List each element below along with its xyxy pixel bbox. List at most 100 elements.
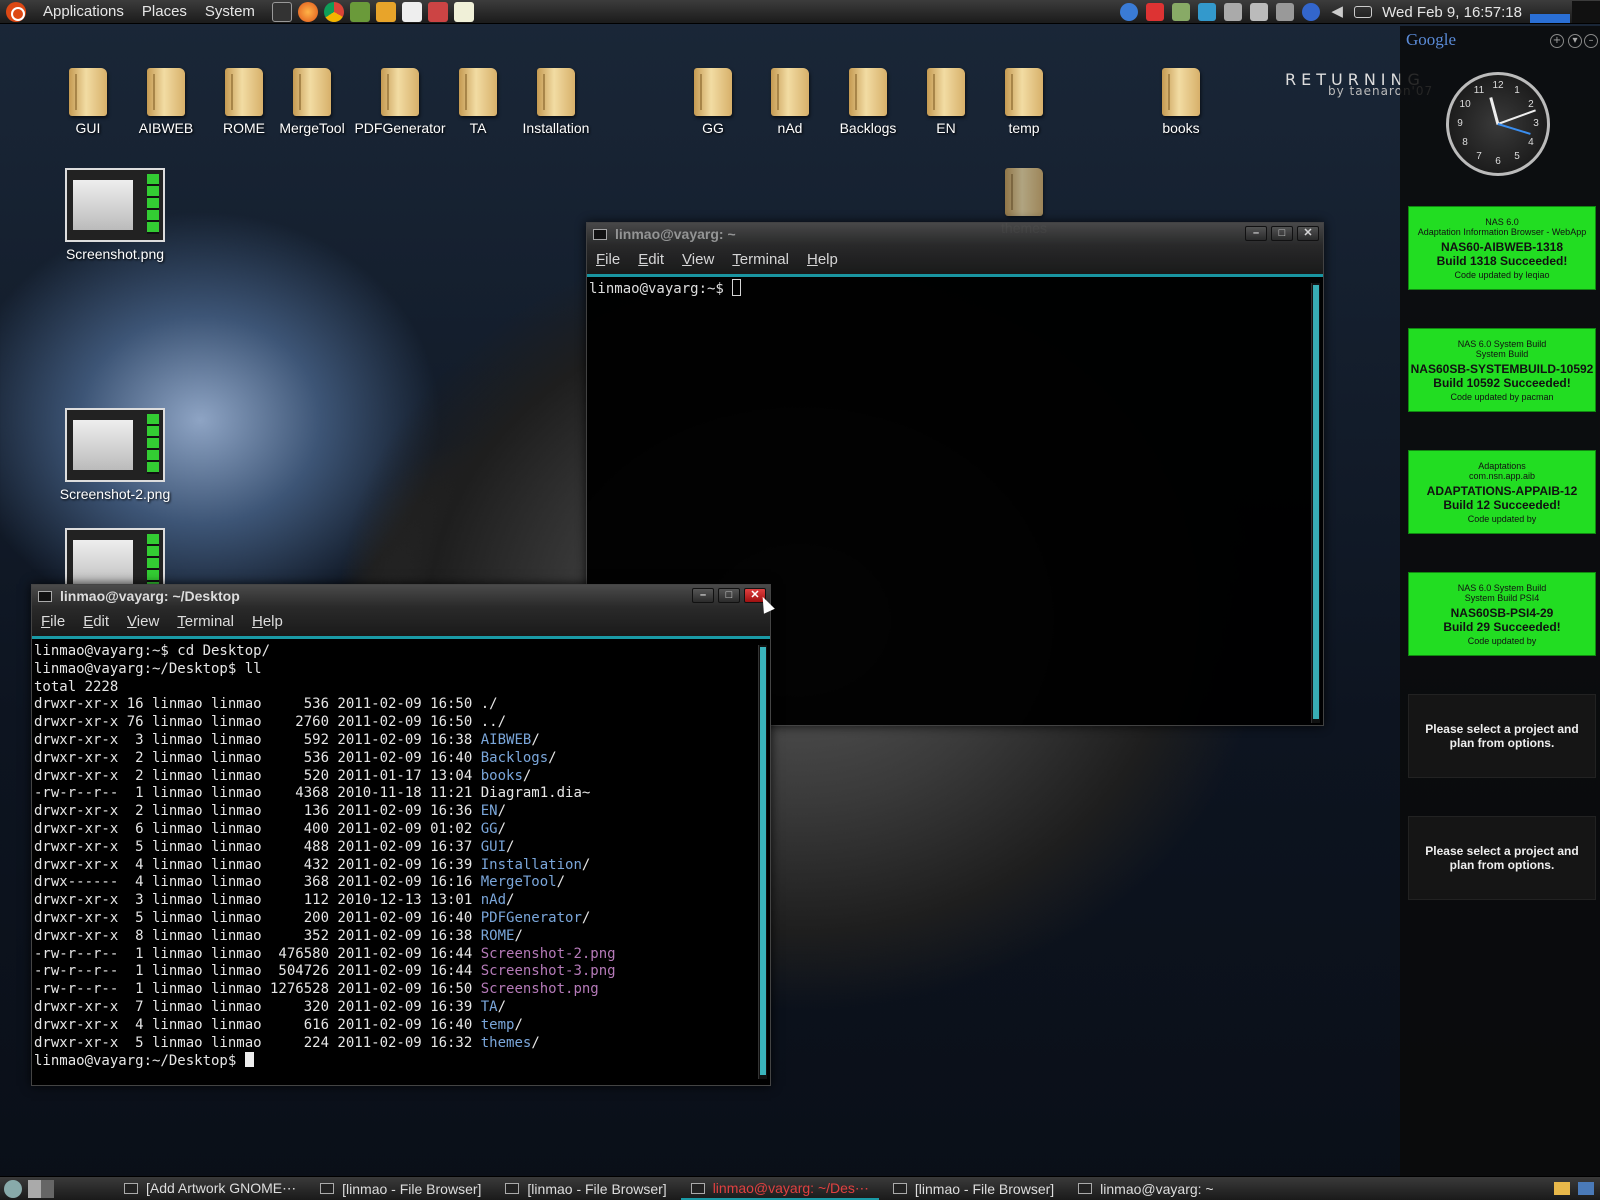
build-status-card[interactable]: Adaptations com.nsn.app.aib ADAPTATIONS-AP… xyxy=(1408,450,1596,534)
taskbar-button[interactable]: [linmao - File Browser] xyxy=(310,1177,491,1200)
notes-launcher-icon[interactable] xyxy=(453,1,474,22)
menu-terminal[interactable]: Terminal xyxy=(723,251,798,268)
bluetooth-icon[interactable] xyxy=(1302,3,1321,21)
trash-applet-icon[interactable] xyxy=(1578,1182,1594,1195)
terminal-window-desktop[interactable]: linmao@vayarg: ~/Desktop – □ ✕ File Edit… xyxy=(31,584,771,1086)
menu-view[interactable]: View xyxy=(118,613,168,630)
add-gadget-icon[interactable]: + xyxy=(1550,34,1564,48)
update-icon[interactable] xyxy=(1120,3,1139,21)
desktop-folder[interactable]: MergeTool xyxy=(277,68,347,136)
desktop-folder[interactable]: GUI xyxy=(43,68,133,136)
chat-icon[interactable] xyxy=(1146,3,1165,21)
desktop-folder[interactable]: ROME xyxy=(199,68,289,136)
minimize-button[interactable]: – xyxy=(692,588,714,603)
folder-icon xyxy=(1005,68,1043,116)
menu-help[interactable]: Help xyxy=(798,251,847,268)
build-project: NAS 6.0 xyxy=(1485,217,1519,227)
monitor-icon[interactable] xyxy=(1224,3,1243,21)
book-launcher-icon[interactable] xyxy=(349,1,370,22)
desktop-folder[interactable]: temp xyxy=(979,68,1069,136)
menu-applications[interactable]: Applications xyxy=(34,3,133,20)
menu-places[interactable]: Places xyxy=(133,3,196,20)
system-monitor-graph[interactable] xyxy=(1530,1,1570,23)
taskbar-button[interactable]: linmao@vayarg: ~ xyxy=(1068,1177,1223,1200)
menu-file[interactable]: File xyxy=(587,251,629,268)
maximize-button[interactable]: □ xyxy=(1271,226,1293,241)
trash-icon[interactable] xyxy=(1250,3,1269,21)
build-status-card[interactable]: NAS 6.0 System Build System Build PSI4 NAS… xyxy=(1408,572,1596,656)
listing-name: GG xyxy=(480,820,498,837)
build-project: Adaptations xyxy=(1478,461,1526,471)
desktop-folder[interactable]: EN xyxy=(901,68,991,136)
app-launcher-icon[interactable] xyxy=(375,1,396,22)
menu-view[interactable]: View xyxy=(673,251,723,268)
mail-app-icon[interactable] xyxy=(1198,3,1217,21)
options-icon[interactable]: ▾ xyxy=(1568,34,1582,48)
workspace-switcher[interactable] xyxy=(28,1179,54,1198)
close-button[interactable]: ✕ xyxy=(1297,226,1319,241)
ubuntu-logo-icon[interactable] xyxy=(6,1,26,22)
scrollbar[interactable] xyxy=(1311,283,1320,723)
scrollbar-thumb[interactable] xyxy=(760,647,766,1075)
taskbar-button[interactable]: linmao@vayarg: ~/Des⋯ xyxy=(680,1177,880,1200)
collapse-icon[interactable]: – xyxy=(1584,34,1598,48)
listing-row: drwxr-xr-x 5 linmao linmao 488 2011-02-0… xyxy=(34,838,515,855)
desktop-folder[interactable]: Backlogs xyxy=(823,68,913,136)
scrollbar[interactable] xyxy=(758,645,767,1079)
chrome-launcher-icon[interactable] xyxy=(323,1,344,22)
titlebar[interactable]: linmao@vayarg: ~/Desktop – □ ✕ xyxy=(32,585,770,607)
toolbox-launcher-icon[interactable] xyxy=(427,1,448,22)
folder-icon xyxy=(293,68,331,116)
build-status-card[interactable]: NAS 6.0 System Build System Build NAS60SB-… xyxy=(1408,328,1596,412)
listing-row: drwxr-xr-x 4 linmao linmao 616 2011-02-0… xyxy=(34,1016,523,1033)
desktop-file[interactable]: Screenshot.png xyxy=(52,168,178,262)
taskbar-button[interactable]: [Add Artwork GNOME⋯ xyxy=(114,1177,306,1200)
listing-row: drwxr-xr-x 7 linmao linmao 320 2011-02-0… xyxy=(34,998,507,1015)
desktop-folder[interactable]: nAd xyxy=(745,68,835,136)
menu-edit[interactable]: Edit xyxy=(629,251,673,268)
maximize-button[interactable]: □ xyxy=(718,588,740,603)
volume-icon[interactable]: ◀ xyxy=(1328,3,1346,21)
empty-build-card[interactable]: Please select a project and plan from op… xyxy=(1408,694,1596,778)
google-gadget-label[interactable]: Google xyxy=(1406,30,1456,50)
desktop-folder[interactable]: AIBWEB xyxy=(121,68,211,136)
mail-icon[interactable] xyxy=(1354,6,1373,18)
menu-file[interactable]: File xyxy=(32,613,74,630)
build-updated-by: Code updated by xyxy=(1467,636,1537,646)
taskbar-label: linmao@vayarg: ~ xyxy=(1100,1180,1214,1197)
menu-terminal[interactable]: Terminal xyxy=(168,613,243,630)
build-status: Build 12 Succeeded! xyxy=(1443,498,1561,512)
network-icon[interactable] xyxy=(1276,3,1295,21)
listing-row: drwxr-xr-x 2 linmao linmao 536 2011-02-0… xyxy=(34,749,557,766)
menu-edit[interactable]: Edit xyxy=(74,613,118,630)
scrollbar-thumb[interactable] xyxy=(1313,285,1319,719)
firefox-launcher-icon[interactable] xyxy=(297,1,318,22)
show-desktop-icon[interactable] xyxy=(4,1179,22,1198)
titlebar[interactable]: linmao@vayarg: ~ – □ ✕ xyxy=(587,223,1323,245)
menu-help[interactable]: Help xyxy=(243,613,292,630)
analog-clock[interactable]: 12 1 2 3 4 5 6 7 8 9 10 11 xyxy=(1446,72,1550,176)
desktop-folder[interactable]: Installation xyxy=(511,68,601,136)
terminal-launcher-icon[interactable] xyxy=(271,1,292,22)
panel-clock[interactable]: Wed Feb 9, 16:57:18 xyxy=(1382,4,1522,21)
listing-meta: drwxr-xr-x 2 linmao linmao 520 2011-01-1… xyxy=(34,767,481,784)
cpu-graph[interactable] xyxy=(1572,1,1600,23)
minimize-button[interactable]: – xyxy=(1245,226,1267,241)
desktop-file[interactable]: Screenshot-2.png xyxy=(52,408,178,502)
menu-system[interactable]: System xyxy=(196,3,264,20)
build-key: NAS60SB-SYSTEMBUILD-10592 xyxy=(1410,362,1594,376)
build-status-card[interactable]: NAS 6.0 Adaptation Information Browser - … xyxy=(1408,206,1596,290)
terminal-output[interactable]: linmao@vayarg:~$ cd Desktop/linmao@vayar… xyxy=(32,639,770,1079)
clock-number: 6 xyxy=(1495,156,1501,167)
folder-icon[interactable] xyxy=(1554,1182,1570,1195)
taskbar-button[interactable]: [linmao - File Browser] xyxy=(495,1177,676,1200)
empty-build-card[interactable]: Please select a project and plan from op… xyxy=(1408,816,1596,900)
monitor-launcher-icon[interactable] xyxy=(401,1,422,22)
desktop-folder[interactable]: books xyxy=(1136,68,1226,136)
desktop-folder[interactable]: TA xyxy=(433,68,523,136)
folder-icon xyxy=(225,68,263,116)
folder-icon xyxy=(927,68,965,116)
taskbar-button[interactable]: [linmao - File Browser] xyxy=(883,1177,1064,1200)
shield-icon[interactable] xyxy=(1172,3,1191,21)
build-plan: com.nsn.app.aib xyxy=(1468,471,1536,481)
